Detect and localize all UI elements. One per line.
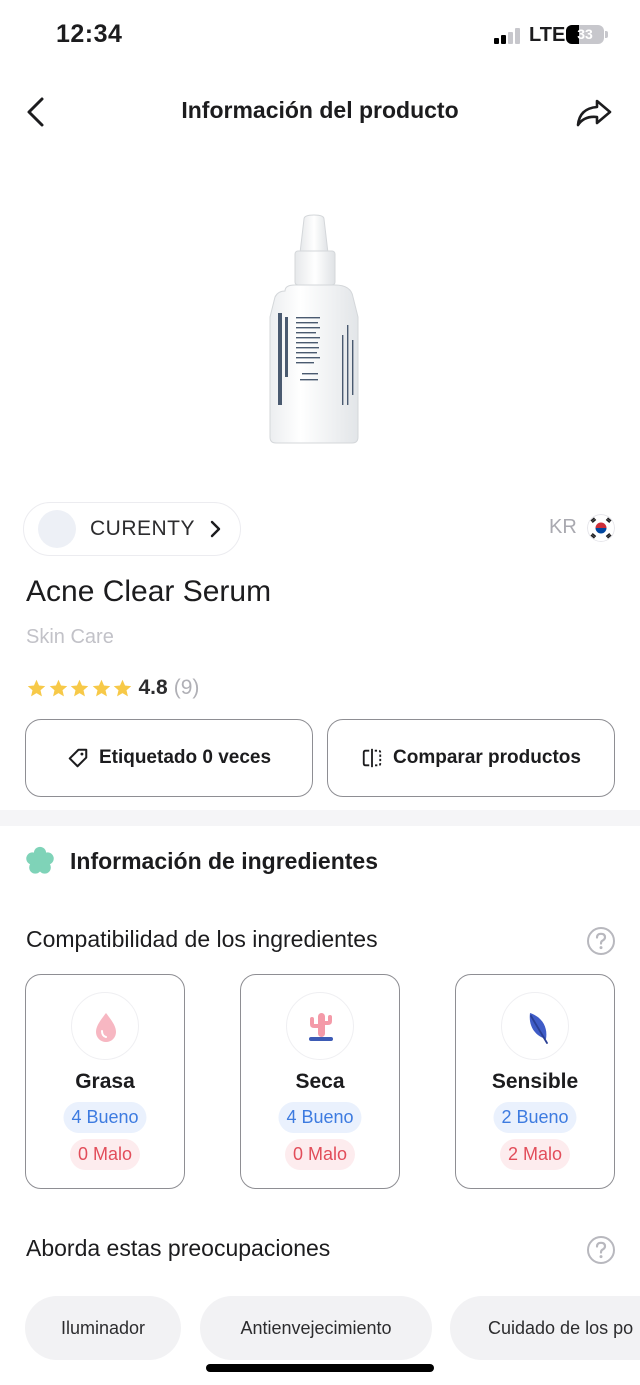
- skin-card-grasa[interactable]: Grasa 4 Bueno 0 Malo: [25, 974, 185, 1189]
- compatibility-help-icon[interactable]: [586, 926, 616, 956]
- network-type: LTE: [529, 24, 566, 46]
- signal-strength-icon: [494, 28, 522, 44]
- rating-count: (9): [173, 676, 200, 699]
- oil-drop-icon: [71, 992, 139, 1060]
- rating-value: 4.8: [138, 676, 168, 699]
- brand-avatar: [38, 510, 76, 548]
- serum-bottle-icon: [269, 214, 359, 444]
- navigation-bar: Información del producto: [0, 80, 640, 144]
- share-icon: [576, 99, 612, 127]
- star-icon: [70, 679, 89, 696]
- cactus-icon: [286, 992, 354, 1060]
- compare-button[interactable]: Comparar productos: [327, 719, 615, 797]
- section-title: Información de ingredientes: [70, 847, 378, 874]
- skin-type-label: Seca: [295, 1070, 345, 1093]
- product-category: Skin Care: [26, 626, 114, 648]
- good-count-badge: 4 Bueno: [278, 1102, 362, 1133]
- ingredients-section-header: Información de ingredientes: [24, 843, 378, 879]
- status-time: 12:34: [56, 20, 123, 48]
- share-button[interactable]: [572, 92, 616, 132]
- tag-button-label: Etiquetado 0 veces: [98, 747, 272, 768]
- star-rating: [26, 678, 134, 699]
- concerns-help-icon[interactable]: [586, 1235, 616, 1265]
- home-indicator: [206, 1364, 434, 1372]
- battery-icon: 33: [566, 25, 604, 44]
- star-icon: [27, 679, 46, 696]
- compare-button-label: Comparar productos: [393, 747, 581, 768]
- chevron-right-icon: [210, 520, 221, 538]
- tag-icon: [68, 748, 88, 768]
- good-count-badge: 4 Bueno: [63, 1102, 147, 1133]
- product-image: [240, 205, 400, 455]
- brand-name: CURENTY: [90, 517, 196, 540]
- status-bar: 12:34 LTE 33: [0, 0, 640, 70]
- concern-chip[interactable]: Iluminador: [25, 1296, 181, 1360]
- brand-link[interactable]: CURENTY: [23, 502, 241, 556]
- concerns-title: Aborda estas preocupaciones: [26, 1235, 331, 1261]
- section-divider: [0, 810, 640, 826]
- tag-button[interactable]: Etiquetado 0 veces: [25, 719, 313, 797]
- compare-icon: [362, 748, 382, 768]
- star-icon: [92, 679, 110, 696]
- product-name: Acne Clear Serum: [26, 575, 272, 608]
- flower-icon: [26, 846, 54, 874]
- korea-flag-icon: [587, 514, 615, 542]
- concern-chip[interactable]: Antienvejecimiento: [200, 1296, 432, 1360]
- star-icon: [49, 679, 67, 696]
- bad-count-badge: 0 Malo: [284, 1139, 356, 1170]
- bad-count-badge: 0 Malo: [69, 1139, 141, 1170]
- country-code: KR: [549, 516, 577, 538]
- star-icon: [113, 679, 132, 696]
- concern-chip[interactable]: Cuidado de los po: [450, 1296, 640, 1360]
- page-title: Información del producto: [181, 97, 459, 123]
- feather-icon: [501, 992, 569, 1060]
- battery-tip: [605, 31, 608, 38]
- good-count-badge: 2 Bueno: [493, 1102, 577, 1133]
- battery-level: 33: [577, 26, 593, 42]
- skin-type-label: Sensible: [491, 1070, 579, 1093]
- skin-type-label: Grasa: [75, 1070, 135, 1093]
- skin-card-seca[interactable]: Seca 4 Bueno 0 Malo: [240, 974, 400, 1189]
- compatibility-title: Compatibilidad de los ingredientes: [26, 926, 378, 952]
- rating-row[interactable]: 4.8 (9): [26, 675, 199, 701]
- bad-count-badge: 2 Malo: [499, 1139, 571, 1170]
- skin-card-sensible[interactable]: Sensible 2 Bueno 2 Malo: [455, 974, 615, 1189]
